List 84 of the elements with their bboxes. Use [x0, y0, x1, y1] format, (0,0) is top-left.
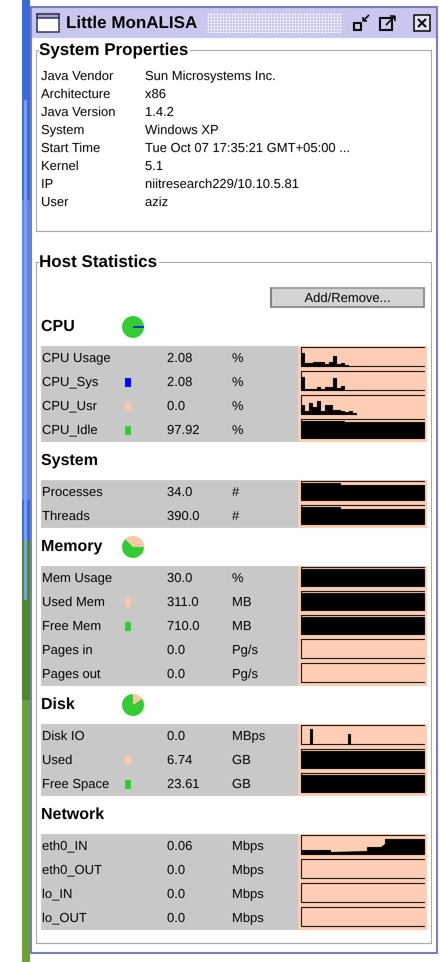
stat-value: 2.08 [167, 373, 194, 392]
stat-label: Free Mem [42, 617, 102, 636]
stat-label: CPU_Usr [42, 397, 98, 416]
stat-unit: # [232, 483, 240, 502]
property-label: Start Time [41, 139, 102, 158]
section-title: System [41, 451, 99, 471]
property-value: Windows XP [145, 121, 219, 140]
stat-value: 0.0 [167, 909, 186, 928]
property-value: Sun Microsystems Inc. [145, 67, 276, 86]
stat-unit: GB [232, 775, 251, 794]
window-title: Little MonALISA [66, 12, 198, 34]
maximize-icon[interactable] [378, 13, 398, 33]
property-value: aziz [145, 193, 168, 212]
stat-value: 0.0 [167, 885, 186, 904]
stat-value: 0.0 [167, 641, 186, 660]
stat-unit: MB [232, 617, 252, 636]
stat-unit: GB [232, 751, 251, 770]
property-label: Kernel [41, 157, 80, 176]
property-label: Java Version [41, 103, 116, 122]
stat-value: 390.0 [167, 507, 201, 526]
section-title: Network [41, 805, 106, 825]
stat-unit: # [232, 507, 240, 526]
section-title: Memory [41, 537, 104, 557]
stat-label: Threads [42, 507, 91, 526]
property-value: 5.1 [145, 157, 164, 176]
stat-label: eth0_IN [42, 837, 89, 856]
stat-value: 0.06 [167, 837, 194, 856]
section-title: CPU [41, 317, 76, 337]
stat-label: Disk IO [42, 727, 86, 746]
property-value: niitresearch229/10.10.5.81 [145, 175, 299, 194]
stat-label: eth0_OUT [42, 861, 103, 880]
stat-label: lo_OUT [42, 909, 88, 928]
pie-chart-icon [121, 535, 145, 559]
stat-unit: MBps [232, 727, 266, 746]
stat-unit: % [232, 373, 244, 392]
stat-unit: % [232, 349, 244, 368]
property-label: User [41, 193, 70, 212]
window-icon [36, 13, 60, 33]
pie-chart-icon [121, 315, 145, 339]
minimize-icon[interactable] [352, 13, 372, 33]
property-label: Java Vendor [41, 67, 114, 86]
stat-label: CPU Usage [42, 349, 112, 368]
stat-label: CPU_Idle [42, 421, 99, 440]
stat-value: 0.0 [167, 861, 186, 880]
stat-unit: % [232, 397, 244, 416]
property-label: IP [41, 175, 54, 194]
stat-label: Mem Usage [42, 569, 114, 588]
section-title: Disk [41, 695, 76, 715]
stat-unit: Mbps [232, 885, 264, 904]
stat-label: Free Space [42, 775, 110, 794]
stat-value: 34.0 [167, 483, 194, 502]
property-value: 1.4.2 [145, 103, 174, 122]
stat-unit: % [232, 569, 244, 588]
stat-unit: Mbps [232, 861, 264, 880]
stat-label: Used [42, 751, 74, 770]
stat-unit: % [232, 421, 244, 440]
stat-label: Processes [42, 483, 104, 502]
property-value: x86 [145, 85, 166, 104]
stat-label: Pages out [42, 665, 102, 684]
property-value: Tue Oct 07 17:35:21 GMT+05:00 ... [145, 139, 350, 158]
stat-value: 6.74 [167, 751, 194, 770]
stat-unit: Pg/s [232, 641, 258, 660]
property-label: Architecture [41, 85, 112, 104]
stat-value: 2.08 [167, 349, 194, 368]
pie-chart-icon [121, 693, 145, 717]
add-remove-button[interactable]: Add/Remove... [270, 287, 425, 308]
stat-value: 0.0 [167, 665, 186, 684]
stat-label: CPU_Sys [42, 373, 100, 392]
stat-value: 311.0 [167, 593, 200, 612]
stat-unit: Pg/s [232, 665, 258, 684]
stat-value: 0.0 [167, 727, 186, 746]
stat-value: 0.0 [167, 397, 186, 416]
stat-label: Pages in [42, 641, 94, 660]
stat-label: Used Mem [42, 593, 106, 612]
close-icon[interactable] [412, 13, 432, 33]
stat-label: lo_IN [42, 885, 74, 904]
stat-value: 710.0 [167, 617, 201, 636]
stat-unit: Mbps [232, 909, 264, 928]
stat-unit: MB [232, 593, 252, 612]
stat-value: 30.0 [167, 569, 194, 588]
stat-value: 23.61 [167, 775, 201, 794]
stat-value: 97.92 [167, 421, 201, 440]
property-label: System [41, 121, 86, 140]
stat-unit: Mbps [232, 837, 264, 856]
